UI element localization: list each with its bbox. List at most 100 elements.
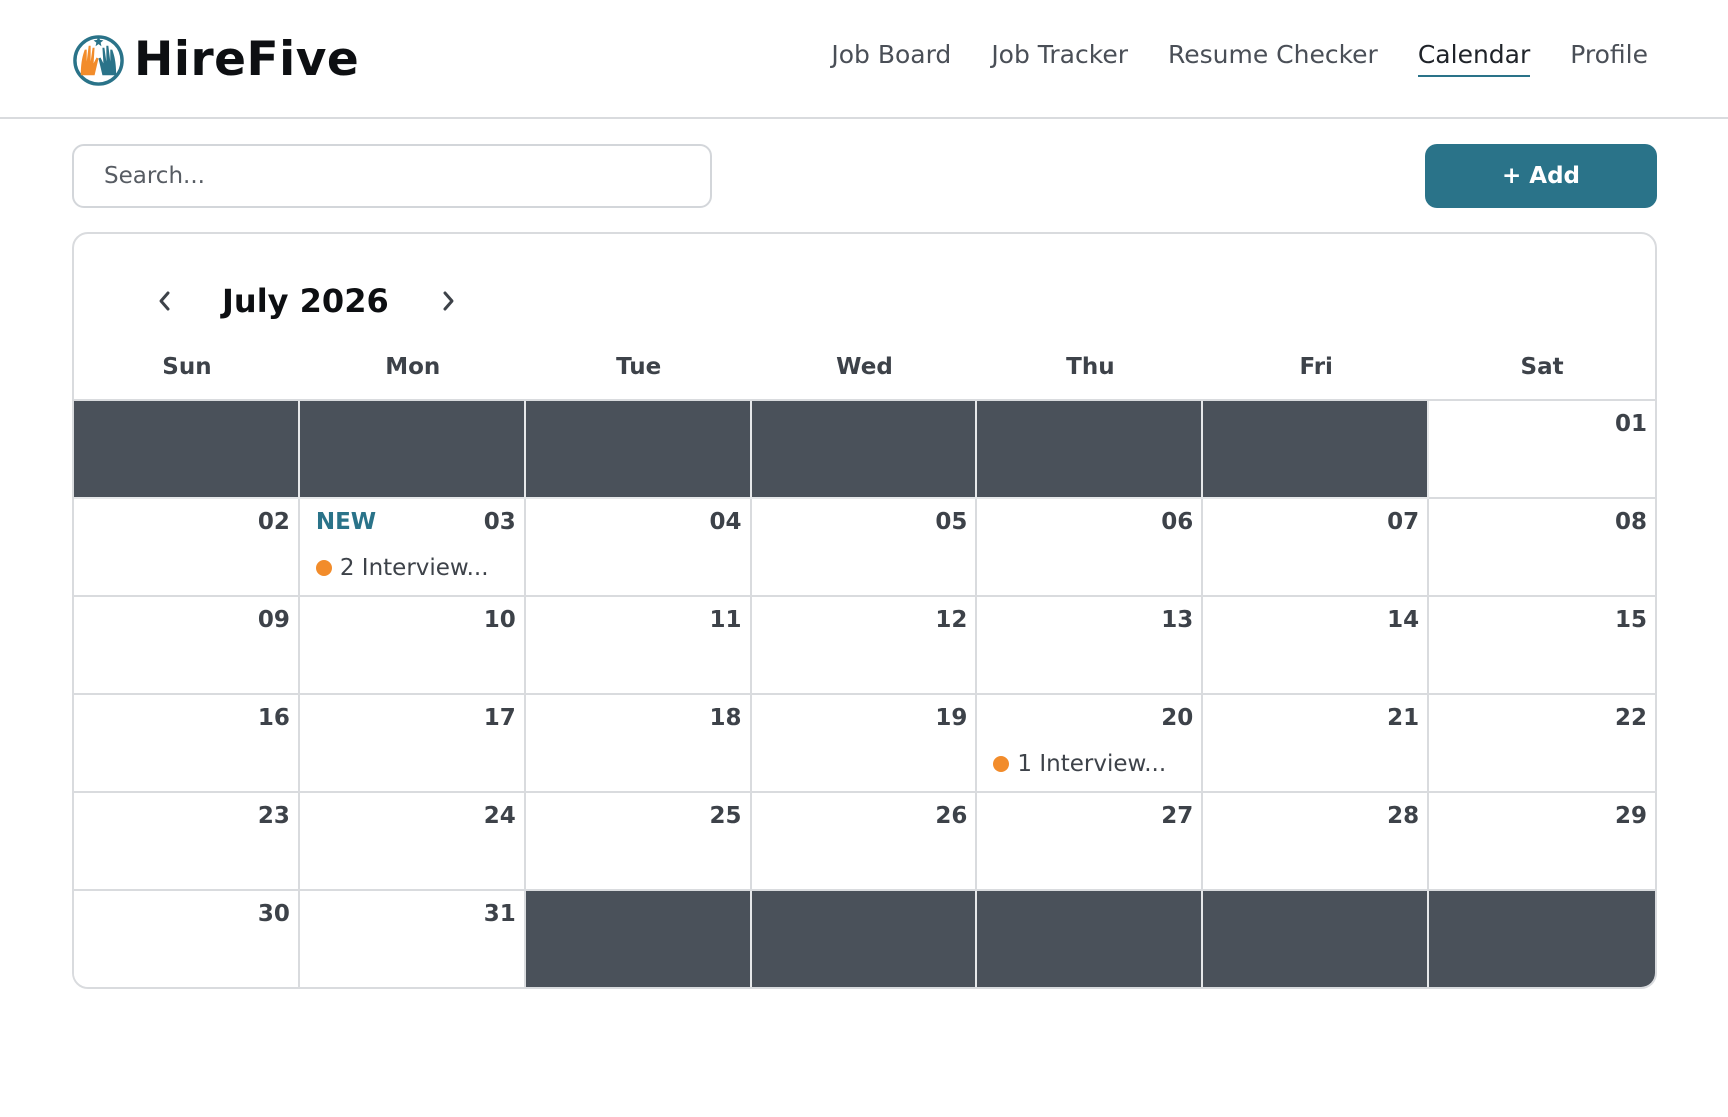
chevron-left-icon — [159, 291, 170, 311]
empty-day-cell — [751, 891, 978, 987]
day-cell-04[interactable]: 04 — [525, 499, 752, 597]
day-cell-26[interactable]: 26 — [751, 793, 978, 891]
new-badge: NEW — [315, 509, 377, 535]
day-cell-28[interactable]: 28 — [1203, 793, 1430, 891]
weekday-sat: Sat — [1520, 354, 1564, 380]
day-cell-07[interactable]: 07 — [1203, 499, 1430, 597]
nav-resume-checker[interactable]: Resume Checker — [1168, 40, 1378, 77]
empty-day-cell — [1203, 401, 1430, 499]
day-number: 10 — [483, 607, 516, 633]
weekday-mon: Mon — [385, 354, 441, 380]
day-number: 01 — [1614, 411, 1647, 437]
event-label: 1 Interview... — [1017, 751, 1167, 777]
event-summary[interactable]: 2 Interview... — [315, 555, 489, 581]
day-cell-19[interactable]: 19 — [751, 695, 978, 793]
day-number: 16 — [257, 705, 290, 731]
event-dot-icon — [993, 756, 1010, 772]
weekday-wed: Wed — [836, 354, 893, 380]
nav-calendar[interactable]: Calendar — [1417, 40, 1531, 77]
day-number: 03 — [483, 509, 516, 535]
next-month-button[interactable] — [429, 281, 469, 321]
day-number: 08 — [1614, 509, 1647, 535]
day-number: 29 — [1614, 803, 1647, 829]
weekday-sun: Sun — [162, 354, 212, 380]
day-cell-16[interactable]: 16 — [74, 695, 300, 793]
day-number: 21 — [1387, 705, 1420, 731]
event-dot-icon — [315, 560, 332, 576]
day-number: 23 — [257, 803, 290, 829]
day-cell-29[interactable]: 29 — [1429, 793, 1655, 891]
day-number: 25 — [709, 803, 742, 829]
calendar-grid: 01 02 03 NEW 2 Interview... 04 05 06 07 08 09 10 11 1… — [74, 399, 1655, 987]
empty-day-cell — [74, 401, 300, 499]
calendar-header: July 2026 — [144, 276, 469, 326]
day-number: 12 — [935, 607, 968, 633]
app-logo[interactable]: HireFive — [71, 32, 359, 87]
day-cell-30[interactable]: 30 — [74, 891, 300, 987]
day-cell-11[interactable]: 11 — [525, 597, 752, 695]
nav-profile[interactable]: Profile — [1570, 40, 1648, 77]
day-cell-15[interactable]: 15 — [1429, 597, 1655, 695]
day-cell-31[interactable]: 31 — [299, 891, 526, 987]
day-cell-05[interactable]: 05 — [751, 499, 978, 597]
empty-day-cell — [751, 401, 978, 499]
main-nav: Job Board Job Tracker Resume Checker Cal… — [831, 40, 1648, 77]
day-number: 14 — [1387, 607, 1420, 633]
day-number: 17 — [483, 705, 516, 731]
day-cell-20[interactable]: 20 1 Interview... — [977, 695, 1204, 793]
day-cell-27[interactable]: 27 — [977, 793, 1204, 891]
day-cell-01[interactable]: 01 — [1429, 401, 1655, 499]
day-cell-09[interactable]: 09 — [74, 597, 300, 695]
day-cell-17[interactable]: 17 — [299, 695, 526, 793]
empty-day-cell — [525, 891, 752, 987]
empty-day-cell — [525, 401, 752, 499]
day-cell-24[interactable]: 24 — [299, 793, 526, 891]
day-cell-23[interactable]: 23 — [74, 793, 300, 891]
empty-day-cell — [1429, 891, 1655, 987]
day-number: 07 — [1387, 509, 1420, 535]
day-number: 02 — [257, 509, 290, 535]
chevron-right-icon — [443, 291, 454, 311]
nav-job-board[interactable]: Job Board — [831, 40, 951, 77]
day-number: 06 — [1161, 509, 1194, 535]
day-number: 31 — [483, 901, 516, 927]
day-number: 24 — [483, 803, 516, 829]
raised-hands-logo-icon — [73, 35, 124, 86]
add-button[interactable]: + Add — [1425, 144, 1657, 208]
day-number: 15 — [1614, 607, 1647, 633]
day-cell-03[interactable]: 03 NEW 2 Interview... — [299, 499, 526, 597]
weekday-fri: Fri — [1299, 354, 1333, 380]
day-cell-06[interactable]: 06 — [977, 499, 1204, 597]
weekday-header-row: Sun Mon Tue Wed Thu Fri Sat — [74, 354, 1655, 394]
search-input[interactable] — [72, 144, 712, 208]
day-number: 19 — [935, 705, 968, 731]
day-cell-02[interactable]: 02 — [74, 499, 300, 597]
nav-job-tracker[interactable]: Job Tracker — [991, 40, 1128, 77]
day-cell-13[interactable]: 13 — [977, 597, 1204, 695]
day-number: 11 — [709, 607, 742, 633]
empty-day-cell — [299, 401, 526, 499]
event-summary[interactable]: 1 Interview... — [993, 751, 1166, 777]
day-cell-10[interactable]: 10 — [299, 597, 526, 695]
empty-day-cell — [1203, 891, 1430, 987]
day-cell-08[interactable]: 08 — [1429, 499, 1655, 597]
day-number: 30 — [257, 901, 290, 927]
weekday-thu: Thu — [1066, 354, 1115, 380]
top-header: HireFive Job Board Job Tracker Resume Ch… — [0, 0, 1728, 119]
day-number: 13 — [1161, 607, 1194, 633]
day-cell-25[interactable]: 25 — [525, 793, 752, 891]
day-cell-12[interactable]: 12 — [751, 597, 978, 695]
day-number: 22 — [1614, 705, 1647, 731]
day-number: 18 — [709, 705, 742, 731]
day-number: 04 — [709, 509, 742, 535]
month-title: July 2026 — [222, 282, 389, 320]
day-cell-21[interactable]: 21 — [1203, 695, 1430, 793]
day-cell-22[interactable]: 22 — [1429, 695, 1655, 793]
prev-month-button[interactable] — [144, 281, 184, 321]
day-number: 27 — [1161, 803, 1194, 829]
day-number: 26 — [935, 803, 968, 829]
day-cell-14[interactable]: 14 — [1203, 597, 1430, 695]
day-cell-18[interactable]: 18 — [525, 695, 752, 793]
calendar-card: July 2026 Sun Mon Tue Wed Thu Fri Sat 01 02 03 NE… — [72, 232, 1657, 989]
day-number: 05 — [935, 509, 968, 535]
